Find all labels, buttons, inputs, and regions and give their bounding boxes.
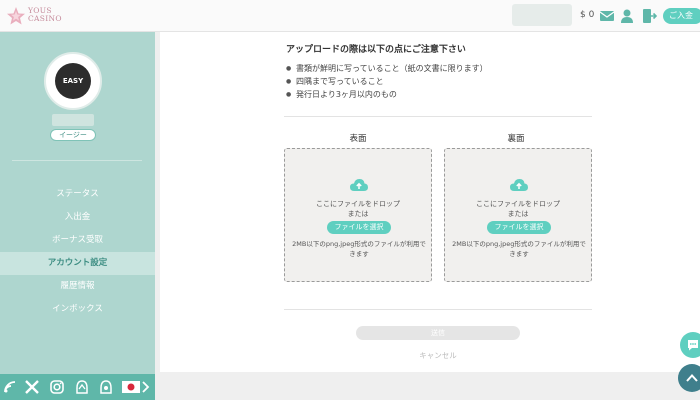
top-header: YOUS CASINO $ 0 ご入金 bbox=[0, 0, 700, 32]
sidebar-item-inbox[interactable]: インボックス bbox=[0, 298, 155, 321]
sidebar-footer bbox=[0, 374, 155, 400]
sidebar-item-account-settings[interactable]: アカウント設定 bbox=[0, 252, 155, 275]
avatar: EASY bbox=[44, 52, 102, 110]
divider bbox=[284, 116, 592, 117]
notice-item: 書類が鮮明に写っていること（紙の文書に限ります） bbox=[286, 62, 488, 75]
file-requirements: 2MB以下のpng,jpeg形式のファイルが利用できます bbox=[452, 240, 586, 258]
sidebar-item-status[interactable]: ステータス bbox=[0, 183, 155, 206]
mail-icon[interactable] bbox=[599, 8, 615, 24]
front-label: 表面 bbox=[349, 134, 367, 144]
signal-icon[interactable] bbox=[2, 379, 18, 395]
deposit-button[interactable]: ご入金 bbox=[663, 8, 700, 24]
or-text: または bbox=[347, 210, 369, 218]
casino-logo[interactable]: YOUS CASINO bbox=[6, 5, 66, 27]
select-file-button[interactable]: ファイルを選択 bbox=[327, 221, 391, 234]
upload-panel: アップロードの際は以下の点にご注意下さい 書類が鮮明に写っていること（紙の文書に… bbox=[160, 32, 700, 372]
divider bbox=[284, 309, 592, 310]
chat-button[interactable] bbox=[680, 332, 700, 358]
cancel-link[interactable]: キャンセル bbox=[400, 350, 476, 361]
notice-item: 発行日より3ヶ月以内のもの bbox=[286, 88, 488, 101]
chevron-up-icon bbox=[686, 374, 698, 382]
sidebar-item-transactions[interactable]: 入出金 bbox=[0, 206, 155, 229]
username-blurred bbox=[52, 114, 94, 126]
user-icon[interactable] bbox=[619, 8, 635, 24]
scroll-top-button[interactable] bbox=[678, 364, 700, 392]
sidebar-item-history[interactable]: 履歴情報 bbox=[0, 275, 155, 298]
back-label: 裏面 bbox=[507, 134, 525, 144]
telegram-alt-icon[interactable] bbox=[98, 379, 114, 395]
tier-badge: イージー bbox=[50, 129, 96, 141]
chat-icon bbox=[688, 340, 698, 351]
front-dropzone[interactable]: ここにファイルをドロップ または ファイルを選択 2MB以下のpng,jpeg形… bbox=[284, 148, 432, 282]
file-requirements: 2MB以下のpng,jpeg形式のファイルが利用できます bbox=[292, 240, 426, 258]
notice-item: 四隅まで写っていること bbox=[286, 75, 488, 88]
logo-star-icon bbox=[7, 7, 25, 25]
instagram-icon[interactable] bbox=[49, 379, 65, 395]
logo-text: YOUS CASINO bbox=[28, 6, 62, 23]
or-text: または bbox=[507, 210, 529, 218]
tier-emblem: EASY bbox=[55, 63, 91, 99]
x-icon[interactable] bbox=[24, 379, 40, 395]
back-dropzone[interactable]: ここにファイルをドロップ または ファイルを選択 2MB以下のpng,jpeg形… bbox=[444, 148, 592, 282]
notice-title: アップロードの際は以下の点にご注意下さい bbox=[286, 45, 466, 55]
header-blurred-area bbox=[512, 4, 572, 26]
sidebar: EASY イージー ステータス 入出金 ボーナス受取 アカウント設定 履歴情報 … bbox=[0, 32, 155, 400]
japan-flag-icon[interactable] bbox=[121, 379, 141, 395]
sidebar-item-bonus[interactable]: ボーナス受取 bbox=[0, 229, 155, 252]
chevron-right-icon[interactable] bbox=[141, 379, 151, 395]
select-file-button[interactable]: ファイルを選択 bbox=[487, 221, 551, 234]
sidebar-divider bbox=[12, 160, 142, 161]
drop-text: ここにファイルをドロップ bbox=[316, 200, 400, 208]
cloud-upload-icon bbox=[350, 179, 368, 191]
logout-icon[interactable] bbox=[641, 8, 657, 24]
notice-list: 書類が鮮明に写っていること（紙の文書に限ります） 四隅まで写っていること 発行日… bbox=[286, 62, 488, 101]
drop-text: ここにファイルをドロップ bbox=[476, 200, 560, 208]
cloud-upload-icon bbox=[510, 179, 528, 191]
submit-button[interactable]: 送信 bbox=[356, 326, 520, 340]
sidebar-nav: ステータス 入出金 ボーナス受取 アカウント設定 履歴情報 インボックス bbox=[0, 183, 155, 321]
balance-display: $ 0 bbox=[580, 10, 595, 20]
telegram-icon[interactable] bbox=[74, 379, 90, 395]
